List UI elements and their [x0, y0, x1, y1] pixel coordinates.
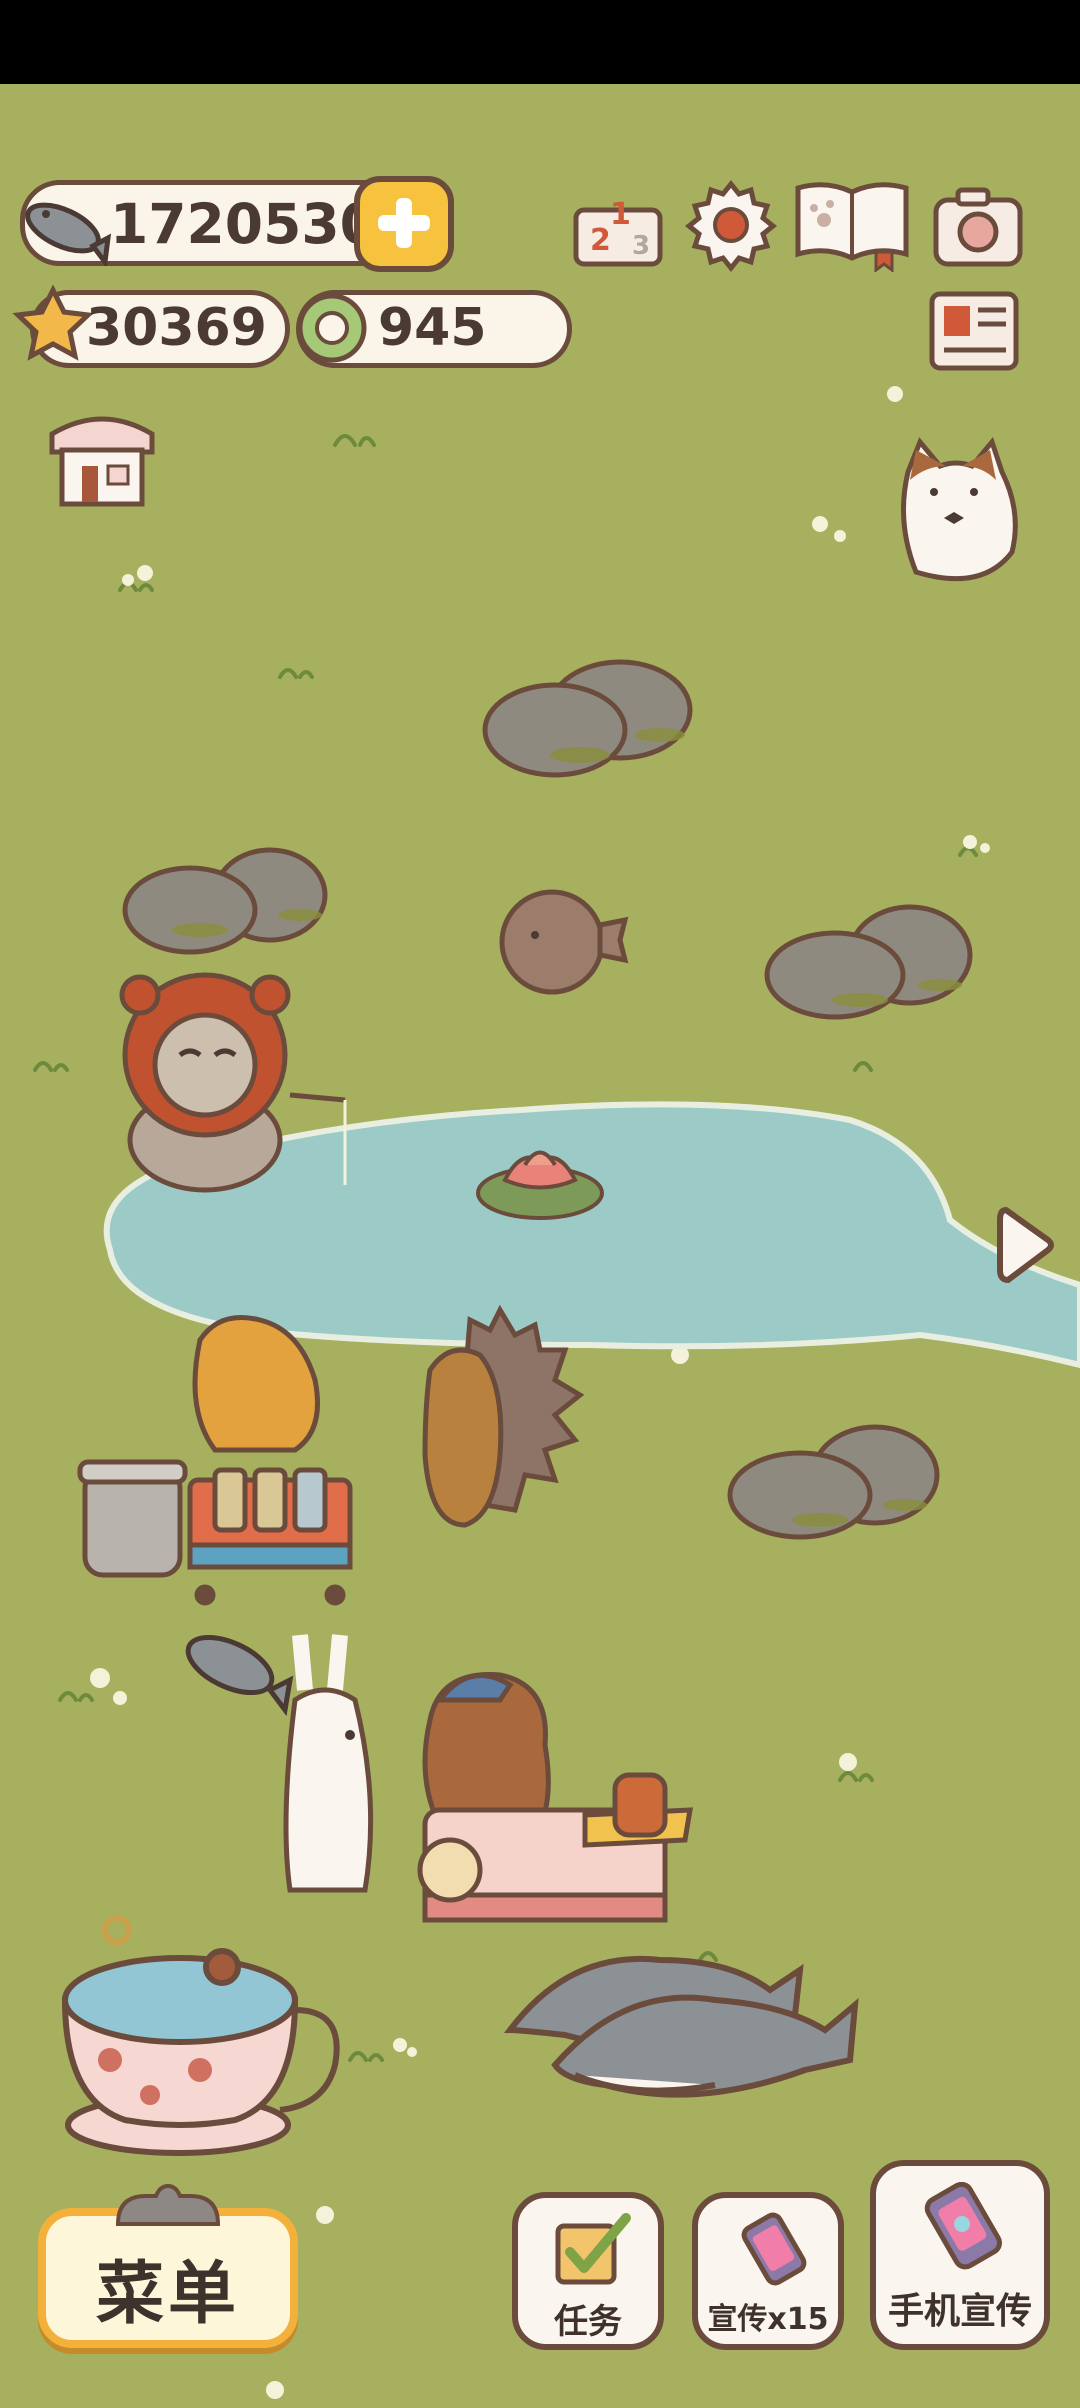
phone-promote-icon	[924, 2182, 1002, 2270]
game-screen: 17205300 30369 945 2 1 3 菜单 任务 宣传x15 手机宣…	[0, 0, 1080, 2408]
camera-icon[interactable]	[930, 182, 1026, 272]
add-currency-button[interactable]	[354, 176, 454, 272]
phone-promote-label: 手机宣传	[887, 2291, 1032, 2332]
cat-butler-icon[interactable]	[886, 432, 1022, 582]
tasks-label: 任务	[554, 2302, 622, 2342]
svg-text:2: 2	[590, 223, 611, 258]
svg-text:1: 1	[610, 197, 631, 232]
bear-picnic	[417, 1672, 693, 1923]
rabbit	[283, 1634, 374, 1893]
open-book-icon[interactable]	[792, 176, 912, 272]
menu-button[interactable]: 菜单	[38, 2183, 298, 2348]
newspaper-icon[interactable]	[926, 286, 1022, 376]
sharks	[503, 1955, 859, 2098]
tasks-button[interactable]: 任务	[512, 2192, 664, 2350]
menu-label: 菜单	[95, 2255, 240, 2334]
token-count: 945	[378, 298, 487, 358]
clipboard-clip-icon	[115, 2183, 221, 2226]
fish-icon	[25, 202, 112, 266]
promote-button[interactable]: 宣传x15	[692, 2192, 844, 2350]
phone-promote-button[interactable]: 手机宣传	[870, 2160, 1050, 2350]
vendor-cart	[77, 1315, 353, 1606]
teacup	[61, 1915, 340, 2156]
chevron-right-icon	[997, 1206, 1054, 1284]
svg-text:3: 3	[632, 231, 650, 261]
next-area-button[interactable]	[996, 1202, 1058, 1288]
ring-token-icon	[297, 293, 367, 363]
fish-drop	[185, 1634, 294, 1717]
star-icon	[12, 284, 94, 361]
phone-icon	[741, 2212, 807, 2286]
shop-icon[interactable]	[44, 404, 160, 510]
ranking-icon[interactable]: 2 1 3	[570, 180, 666, 270]
plus-icon	[378, 198, 430, 248]
checkbox-icon	[555, 2213, 631, 2285]
gear-icon[interactable]	[684, 178, 778, 272]
promote-label: 宣传x15	[707, 2302, 829, 2337]
pufferfish	[499, 889, 629, 995]
star-count: 30369	[86, 298, 267, 358]
